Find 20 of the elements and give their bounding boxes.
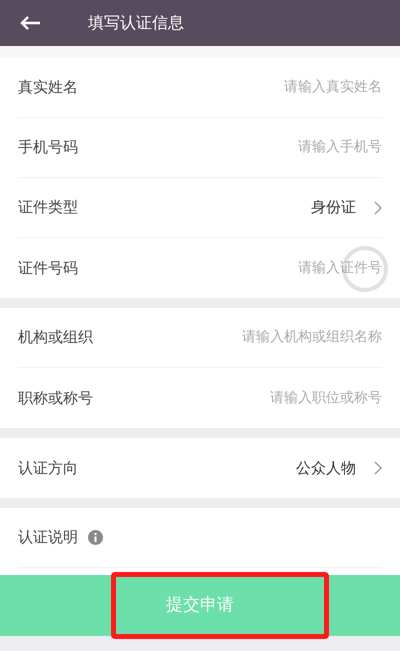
input-field[interactable]: 请输入职位或称号	[93, 388, 382, 408]
input-field[interactable]: 请输入真实姓名	[78, 77, 382, 98]
field-label: 机构或组织	[18, 327, 93, 348]
select-field[interactable]: 公众人物	[78, 456, 382, 480]
input-field[interactable]: 请输入手机号	[78, 137, 382, 158]
field-label: 认证方向	[18, 458, 78, 479]
field-label: 证件号码	[18, 258, 78, 279]
field-label: 认证说明	[18, 527, 78, 548]
select-field[interactable]: 身份证	[78, 196, 382, 219]
touch-indicator	[342, 246, 388, 292]
field-label: 证件类型	[18, 197, 78, 218]
chevron-right-icon	[374, 200, 382, 214]
field-label: 职称或称号	[18, 388, 93, 409]
input-field[interactable]: 请输入机构或组织名称	[93, 327, 382, 348]
info-icon[interactable]	[88, 530, 103, 545]
chevron-right-icon	[374, 461, 382, 475]
field-label: 手机号码	[18, 137, 78, 158]
input-field[interactable]: 请输入证件号	[78, 258, 382, 278]
page-title: 填写认证信息	[88, 12, 184, 34]
field-label: 真实姓名	[18, 77, 78, 98]
